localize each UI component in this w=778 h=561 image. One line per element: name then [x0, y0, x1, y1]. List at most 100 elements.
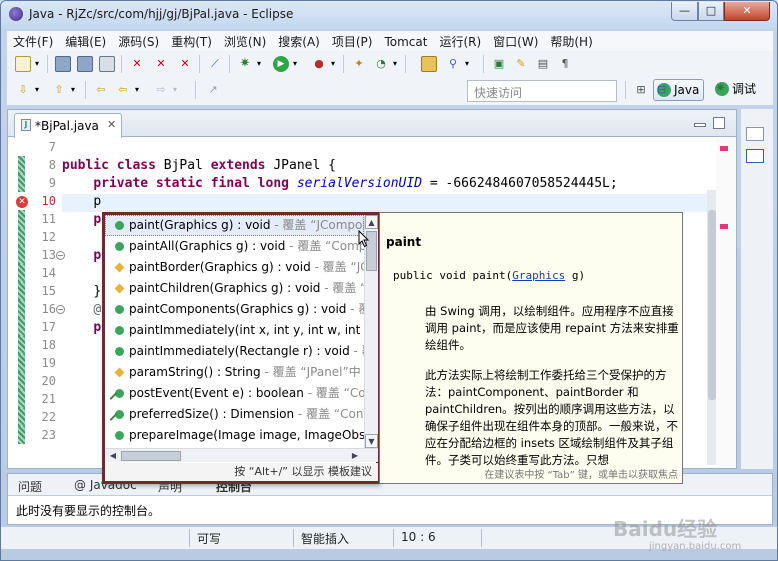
code-line-9: private static final long serialVersionU… [93, 176, 618, 191]
previous-annotation-dropdown-icon[interactable]: ▾ [69, 82, 77, 98]
tab-close-icon[interactable]: ✕ [107, 118, 116, 131]
javadoc-signature: public void paint(Graphics g) [393, 269, 586, 282]
proposal-item[interactable]: paintAll(Graphics g) : void - 覆盖 “Compon… [105, 236, 364, 257]
line-number: 17 [41, 320, 56, 334]
javadoc-popup[interactable]: paint public void paint(Graphics g) 由 Sw… [379, 212, 683, 484]
line-number: 11 [41, 212, 56, 226]
proposal-item[interactable]: postEvent(Event e) : boolean - 覆盖 “Compo… [105, 383, 364, 404]
annotation-icon[interactable]: ▣ [491, 56, 507, 72]
code-line-17: p [93, 320, 102, 335]
save-icon[interactable] [55, 56, 71, 72]
open-perspective-icon[interactable]: ⊞ [633, 82, 649, 98]
external-tools-icon[interactable]: ● [311, 56, 327, 72]
search-icon[interactable]: ⚲ [445, 56, 461, 72]
restore-view-icon[interactable] [746, 127, 764, 141]
menu-navigate[interactable]: 浏览(N) [218, 31, 272, 51]
new-class-dropdown-icon[interactable]: ▾ [391, 56, 399, 72]
proposal-item[interactable]: paintImmediately(Rectangle r) : void - 覆… [105, 341, 364, 362]
next-annotation-icon[interactable]: ⇩ [15, 82, 31, 98]
overview-error-marker[interactable] [720, 146, 728, 151]
editor-minimize-button[interactable] [694, 123, 706, 127]
public-method-icon [115, 347, 124, 356]
search-dropdown-icon[interactable]: ▾ [463, 56, 471, 72]
outline-view-icon[interactable] [746, 149, 764, 163]
new-java-project-icon[interactable]: ✦ [351, 56, 367, 72]
menu-refactor[interactable]: 重构(T) [165, 31, 218, 51]
line-number: 13 [41, 248, 56, 262]
proposal-horizontal-scrollbar[interactable]: ◀ ▶ [105, 448, 378, 462]
menu-edit[interactable]: 编辑(E) [59, 31, 112, 51]
menu-file[interactable]: 文件(F) [7, 31, 59, 51]
print-icon[interactable] [99, 56, 115, 72]
protected-method-icon [114, 262, 125, 273]
menu-window[interactable]: 窗口(W) [487, 31, 544, 51]
terminate-icon[interactable]: ✕ [153, 56, 169, 72]
debug-perspective-button[interactable]: ✷ 调试 [712, 79, 760, 101]
scrollbar-thumb[interactable] [708, 210, 716, 400]
menu-source[interactable]: 源码(S) [112, 31, 165, 51]
override-method-icon [115, 389, 124, 398]
previous-annotation-icon[interactable]: ⇧ [51, 82, 67, 98]
run-dropdown-icon[interactable]: ▾ [291, 56, 299, 72]
next-annotation-dropdown-icon[interactable]: ▾ [33, 82, 41, 98]
debug-icon[interactable]: ✷ [237, 56, 253, 72]
change-marker [18, 246, 25, 264]
editor-maximize-button[interactable] [713, 117, 725, 129]
show-whitespace-icon[interactable]: ¶ [557, 56, 573, 72]
skip-breakpoints-icon[interactable]: ✕ [129, 56, 145, 72]
quick-access-input[interactable]: 快速访问 [467, 80, 617, 102]
overview-error-marker[interactable] [720, 224, 728, 229]
line-number: 15 [41, 284, 56, 298]
menu-run[interactable]: 运行(R) [433, 31, 487, 51]
disconnect-icon[interactable]: ✕ [177, 56, 193, 72]
scroll-up-icon[interactable]: ▲ [365, 215, 378, 229]
code-line-10: p [62, 194, 712, 212]
editor-tab-bjpal[interactable]: J *BjPal.java ✕ [14, 113, 122, 138]
external-tools-dropdown-icon[interactable]: ▾ [329, 56, 337, 72]
block-selection-icon[interactable]: ▤ [535, 56, 551, 72]
open-type-icon[interactable]: ⟋ [207, 56, 223, 72]
menu-project[interactable]: 项目(P) [326, 31, 379, 51]
last-edit-icon[interactable]: ⇦ [93, 82, 109, 98]
back-icon[interactable]: ⇦ [115, 82, 131, 98]
javadoc-focus-hint: 在建议表中按 “Tab” 键，或单击以获取焦点 [380, 469, 682, 483]
proposal-item[interactable]: paintBorder(Graphics g) : void - 覆盖 “JCo… [105, 257, 364, 278]
proposal-item[interactable]: paintChildren(Graphics g) : void - 覆盖 “J… [105, 278, 364, 299]
java-perspective-button[interactable]: ⊟ Java [653, 79, 705, 101]
graphics-link[interactable]: Graphics [512, 269, 565, 282]
debug-perspective-label: 调试 [732, 82, 757, 96]
scroll-right-icon[interactable]: ▶ [349, 450, 361, 462]
proposal-item[interactable]: paramString() : String - 覆盖 “JPanel”中 [105, 362, 364, 383]
proposal-item[interactable]: paintComponents(Graphics g) : void - 覆盖 … [105, 299, 364, 320]
forward-icon[interactable]: ⇨ [153, 82, 169, 98]
menu-search[interactable]: 搜索(A) [272, 31, 326, 51]
new-icon[interactable] [15, 56, 31, 72]
forward-dropdown-icon[interactable]: ▾ [171, 82, 179, 98]
proposal-vertical-scrollbar[interactable]: ▲ ▼ [364, 215, 378, 448]
scrollbar-thumb[interactable] [121, 451, 181, 461]
menu-help[interactable]: 帮助(H) [544, 31, 598, 51]
scroll-down-icon[interactable]: ▼ [365, 434, 378, 448]
line-number: 23 [41, 428, 56, 442]
proposal-item[interactable]: paintImmediately(int x, int y, int w, in… [105, 320, 364, 341]
minimize-button[interactable]: — [671, 2, 698, 21]
debug-dropdown-icon[interactable]: ▾ [255, 56, 263, 72]
close-button[interactable]: ✕ [724, 2, 770, 21]
scroll-left-icon[interactable]: ◀ [107, 450, 119, 462]
highlight-icon[interactable]: ✎ [513, 56, 529, 72]
proposal-item[interactable]: preferredSize() : Dimension - 覆盖 “Contai… [105, 404, 364, 425]
run-icon[interactable]: ▶ [273, 56, 289, 72]
proposal-item[interactable]: paint(Graphics g) : void - 覆盖 “JComponen… [105, 215, 364, 236]
pin-editor-icon[interactable]: ↗ [205, 82, 221, 98]
open-folder-icon[interactable] [421, 56, 437, 72]
maximize-button[interactable]: □ [698, 2, 724, 21]
new-dropdown-icon[interactable]: ▾ [33, 56, 41, 72]
tab-problems[interactable]: 问题 [18, 478, 42, 495]
proposal-item[interactable]: prepareImage(Image image, ImageObserver) [105, 425, 364, 446]
back-dropdown-icon[interactable]: ▾ [133, 82, 141, 98]
editor-tab-bar: J *BjPal.java ✕ [8, 110, 736, 138]
public-method-icon [115, 305, 124, 314]
new-class-icon[interactable]: ◔ [373, 56, 389, 72]
menu-tomcat[interactable]: Tomcat [378, 33, 433, 53]
save-all-icon[interactable] [77, 56, 93, 72]
